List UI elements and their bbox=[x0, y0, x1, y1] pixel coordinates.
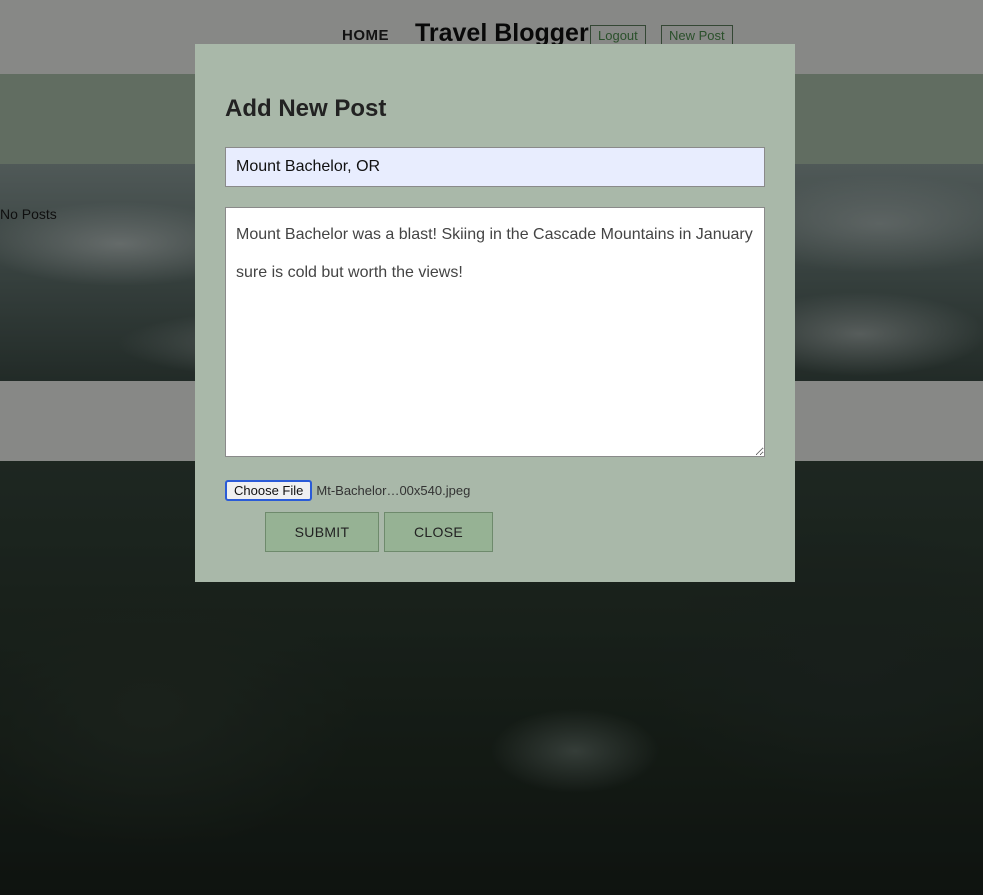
file-picker: Choose File Mt-Bachelor…00x540.jpeg bbox=[225, 479, 470, 501]
close-button[interactable]: CLOSE bbox=[384, 512, 493, 552]
post-title-input[interactable] bbox=[225, 147, 765, 187]
modal-title: Add New Post bbox=[225, 95, 387, 122]
add-post-modal: Add New Post Mount Bachelor was a blast!… bbox=[195, 44, 795, 582]
submit-button[interactable]: SUBMIT bbox=[265, 512, 379, 552]
choose-file-button[interactable]: Choose File bbox=[225, 479, 313, 501]
selected-file-name: Mt-Bachelor…00x540.jpeg bbox=[316, 482, 471, 498]
post-body-textarea[interactable]: Mount Bachelor was a blast! Skiing in th… bbox=[225, 207, 765, 457]
